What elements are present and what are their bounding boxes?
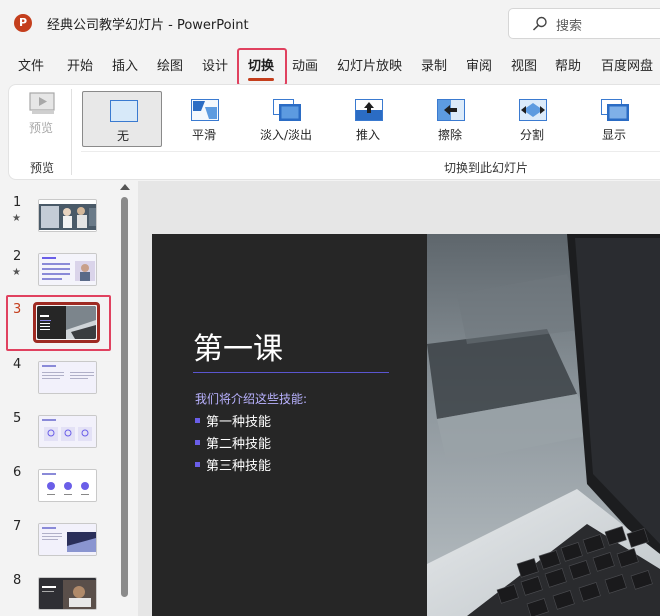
slide-thumbnail-8[interactable]	[38, 577, 97, 610]
thumbnail-image	[39, 416, 96, 447]
thumbnail-image	[37, 306, 96, 339]
reveal-transition-icon	[601, 99, 629, 121]
transition-label: 分割	[519, 128, 544, 142]
bullet-marker	[195, 418, 200, 423]
preview-icon	[29, 92, 55, 114]
transition-label: 平滑	[191, 128, 216, 142]
search-placeholder: 搜索	[556, 19, 583, 34]
slide-number: 3	[13, 302, 22, 317]
slide-number: 8	[13, 573, 22, 588]
push-transition-icon	[355, 99, 383, 121]
transition-morph[interactable]: 平滑	[164, 91, 244, 147]
slide-thumbnail-5[interactable]	[38, 415, 97, 448]
transition-split[interactable]: 分割	[492, 91, 572, 147]
preview-button[interactable]: 预览	[29, 119, 53, 136]
bullet-text: 第三种技能	[206, 459, 272, 474]
gallery-separator	[81, 151, 660, 152]
wipe-transition-icon	[437, 99, 465, 121]
group-label-transitions: 切换到此幻灯片	[444, 161, 529, 175]
search-box[interactable]: 搜索	[508, 8, 660, 39]
tab-baidu-netdisk[interactable]: 百度网盘	[601, 55, 653, 74]
title-underline	[193, 372, 389, 373]
animation-star-icon: ★	[12, 267, 21, 278]
animation-star-icon: ★	[12, 213, 21, 224]
active-tab-underline	[248, 78, 274, 81]
slide-number: 6	[13, 465, 22, 480]
powerpoint-logo-icon: P	[14, 14, 32, 32]
slide-number: 4	[13, 357, 22, 372]
transition-wipe[interactable]: 擦除	[410, 91, 490, 147]
transition-reveal[interactable]: 显示	[574, 91, 654, 147]
search-icon	[532, 16, 547, 31]
transition-label: 显示	[601, 128, 626, 142]
split-transition-icon	[519, 99, 547, 121]
tab-help[interactable]: 帮助	[555, 55, 581, 74]
thumbnail-image	[39, 524, 96, 555]
slide-thumbnail-3[interactable]	[37, 306, 96, 339]
bullet-text: 第一种技能	[206, 415, 272, 430]
transition-label: 擦除	[437, 128, 462, 142]
bullet-item[interactable]: 第一种技能	[195, 411, 271, 430]
menu-tabs: 文件 开始 插入 绘图 设计 切换 动画 幻灯片放映 录制 审阅 视图 帮助 百…	[0, 46, 660, 82]
thumbnail-image	[39, 200, 96, 231]
morph-transition-icon	[191, 99, 219, 121]
tab-draw[interactable]: 绘图	[157, 55, 183, 74]
thumbnail-image	[39, 362, 96, 393]
tab-review[interactable]: 审阅	[466, 55, 492, 74]
ribbon: 预览 预览 无 平滑 淡入/淡出 推入 擦除 分割 显示 切换到此幻灯片	[8, 84, 660, 180]
transition-label: 推入	[355, 128, 380, 142]
transition-none[interactable]: 无	[82, 91, 162, 147]
transition-push[interactable]: 推入	[328, 91, 408, 147]
group-label-preview: 预览	[30, 161, 55, 175]
slide-panel-scrollbar[interactable]	[121, 197, 128, 597]
slide-number: 2	[13, 249, 22, 264]
tab-insert[interactable]: 插入	[112, 55, 138, 74]
bullet-marker	[195, 440, 200, 445]
thumbnail-image	[39, 254, 96, 285]
title-bar: P 经典公司教学幻灯片 - PowerPoint 搜索	[0, 0, 660, 46]
bullet-item[interactable]: 第二种技能	[195, 433, 271, 452]
slide-number: 5	[13, 411, 22, 426]
thumbnail-image	[39, 578, 96, 609]
slide-thumbnail-2[interactable]	[38, 253, 97, 286]
fade-transition-icon	[273, 99, 301, 121]
transition-label: 淡入/淡出	[259, 128, 313, 142]
slide-number: 7	[13, 519, 22, 534]
document-title: 经典公司教学幻灯片 - PowerPoint	[47, 18, 249, 33]
tab-file[interactable]: 文件	[18, 55, 44, 74]
scroll-up-arrow-icon[interactable]	[120, 184, 130, 190]
slide-thumbnail-4[interactable]	[38, 361, 97, 394]
slide-intro-text[interactable]: 我们将介绍这些技能:	[195, 390, 307, 407]
tab-design[interactable]: 设计	[202, 55, 228, 74]
none-transition-icon	[110, 100, 138, 122]
bullet-marker	[195, 462, 200, 467]
slide-thumbnail-6[interactable]	[38, 469, 97, 502]
thumbnail-image	[39, 470, 96, 501]
tab-animations[interactable]: 动画	[292, 55, 318, 74]
slide-thumbnail-1[interactable]	[38, 199, 97, 232]
transition-label: 无	[116, 129, 129, 143]
tab-home[interactable]: 开始	[67, 55, 93, 74]
bullet-text: 第二种技能	[206, 437, 272, 452]
bullet-item[interactable]: 第三种技能	[195, 455, 271, 474]
tab-view[interactable]: 视图	[511, 55, 537, 74]
slide-number: 1	[13, 195, 22, 210]
slide-thumbnail-7[interactable]	[38, 523, 97, 556]
slide-title[interactable]: 第一课	[193, 324, 283, 368]
ribbon-divider	[71, 89, 72, 175]
current-slide[interactable]: 第一课 我们将介绍这些技能: 第一种技能 第二种技能 第三种技能	[152, 234, 660, 616]
tab-slideshow[interactable]: 幻灯片放映	[337, 55, 402, 74]
tab-record[interactable]: 录制	[421, 55, 447, 74]
transition-fade[interactable]: 淡入/淡出	[246, 91, 326, 147]
slide-text-panel	[152, 234, 427, 616]
laptop-photo[interactable]	[427, 234, 660, 616]
